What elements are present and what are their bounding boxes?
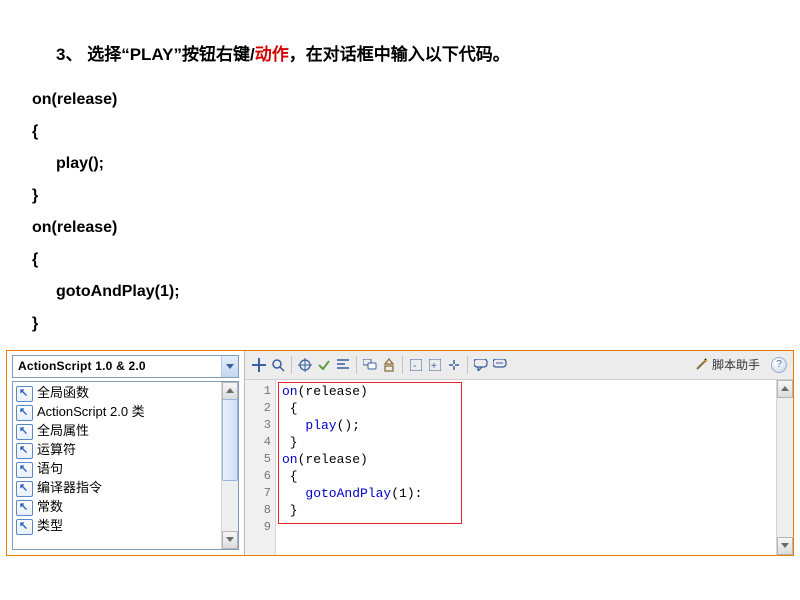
script-assist-label: 脚本助手 [712, 356, 760, 375]
svg-text:+: + [431, 361, 437, 371]
code-line: on(release) [32, 212, 768, 244]
instruction-line: 3、 选择“PLAY”按钮右键/动作，在对话框中输入以下代码。 [56, 41, 768, 68]
svg-text:-: - [413, 361, 416, 371]
find-icon[interactable] [270, 357, 286, 373]
tree-item[interactable]: 全局函数 [13, 384, 238, 403]
debug-icon[interactable] [381, 357, 397, 373]
wand-icon [694, 358, 708, 372]
script-tree: 全局函数 ActionScript 2.0 类 全局属性 运算符 语句 编译器指… [12, 381, 239, 550]
format-icon[interactable] [335, 357, 351, 373]
tree-item[interactable]: 语句 [13, 460, 238, 479]
snippet-icon[interactable] [446, 357, 462, 373]
expand-icon[interactable]: + [427, 357, 443, 373]
scroll-down-icon[interactable] [222, 531, 238, 549]
tree-item[interactable]: 编译器指令 [13, 479, 238, 498]
script-assist-button[interactable]: 脚本助手 [694, 356, 760, 375]
scroll-up-icon[interactable] [777, 380, 793, 398]
package-icon [16, 443, 33, 459]
collapse-icon[interactable]: - [408, 357, 424, 373]
tree-item[interactable]: 常数 [13, 498, 238, 517]
tree-item[interactable]: 运算符 [13, 441, 238, 460]
check-icon[interactable] [316, 357, 332, 373]
code-line: play(); [56, 148, 768, 180]
package-icon [16, 481, 33, 497]
scroll-up-icon[interactable] [222, 382, 238, 400]
script-version-dropdown[interactable]: ActionScript 1.0 & 2.0 [12, 355, 239, 378]
dropdown-label: ActionScript 1.0 & 2.0 [13, 357, 146, 376]
package-icon [16, 519, 33, 535]
scrollbar[interactable] [221, 382, 238, 549]
package-icon [16, 462, 33, 478]
code-line: } [32, 308, 768, 340]
code-editor[interactable]: 1 2 3 4 5 6 7 8 9 on(release) { play(); [245, 380, 793, 555]
actions-toolbar: - + 脚本助手 ? [245, 351, 793, 380]
help-icon[interactable]: ? [771, 357, 787, 373]
code-content: on(release) { play(); } on(release) { go… [282, 383, 793, 519]
package-icon [16, 500, 33, 516]
code-line: gotoAndPlay(1); [56, 276, 768, 308]
scroll-down-icon[interactable] [777, 537, 793, 555]
target-icon[interactable] [297, 357, 313, 373]
tree-item[interactable]: 全局属性 [13, 422, 238, 441]
chevron-down-icon [221, 356, 238, 377]
comment-icon[interactable] [473, 357, 489, 373]
code-line: on(release) [32, 84, 768, 116]
tree-item[interactable]: ActionScript 2.0 类 [13, 403, 238, 422]
code-line: { [32, 244, 768, 276]
editor-scrollbar[interactable] [776, 380, 793, 555]
scroll-thumb[interactable] [222, 399, 238, 481]
uncomment-icon[interactable] [492, 357, 508, 373]
actions-panel-left: ActionScript 1.0 & 2.0 全局函数 ActionScript… [7, 351, 245, 555]
actions-panel: ActionScript 1.0 & 2.0 全局函数 ActionScript… [6, 350, 794, 556]
package-icon [16, 424, 33, 440]
package-icon [16, 386, 33, 402]
text-code-example: on(release) { play(); } on(release) { go… [32, 84, 768, 340]
hint-icon[interactable] [362, 357, 378, 373]
add-icon[interactable] [251, 357, 267, 373]
code-line: } [32, 180, 768, 212]
package-icon [16, 405, 33, 421]
actions-panel-right: - + 脚本助手 ? 1 2 3 4 5 [245, 351, 793, 555]
tree-item[interactable]: 类型 [13, 517, 238, 536]
line-gutter: 1 2 3 4 5 6 7 8 9 [245, 380, 276, 555]
code-line: { [32, 116, 768, 148]
